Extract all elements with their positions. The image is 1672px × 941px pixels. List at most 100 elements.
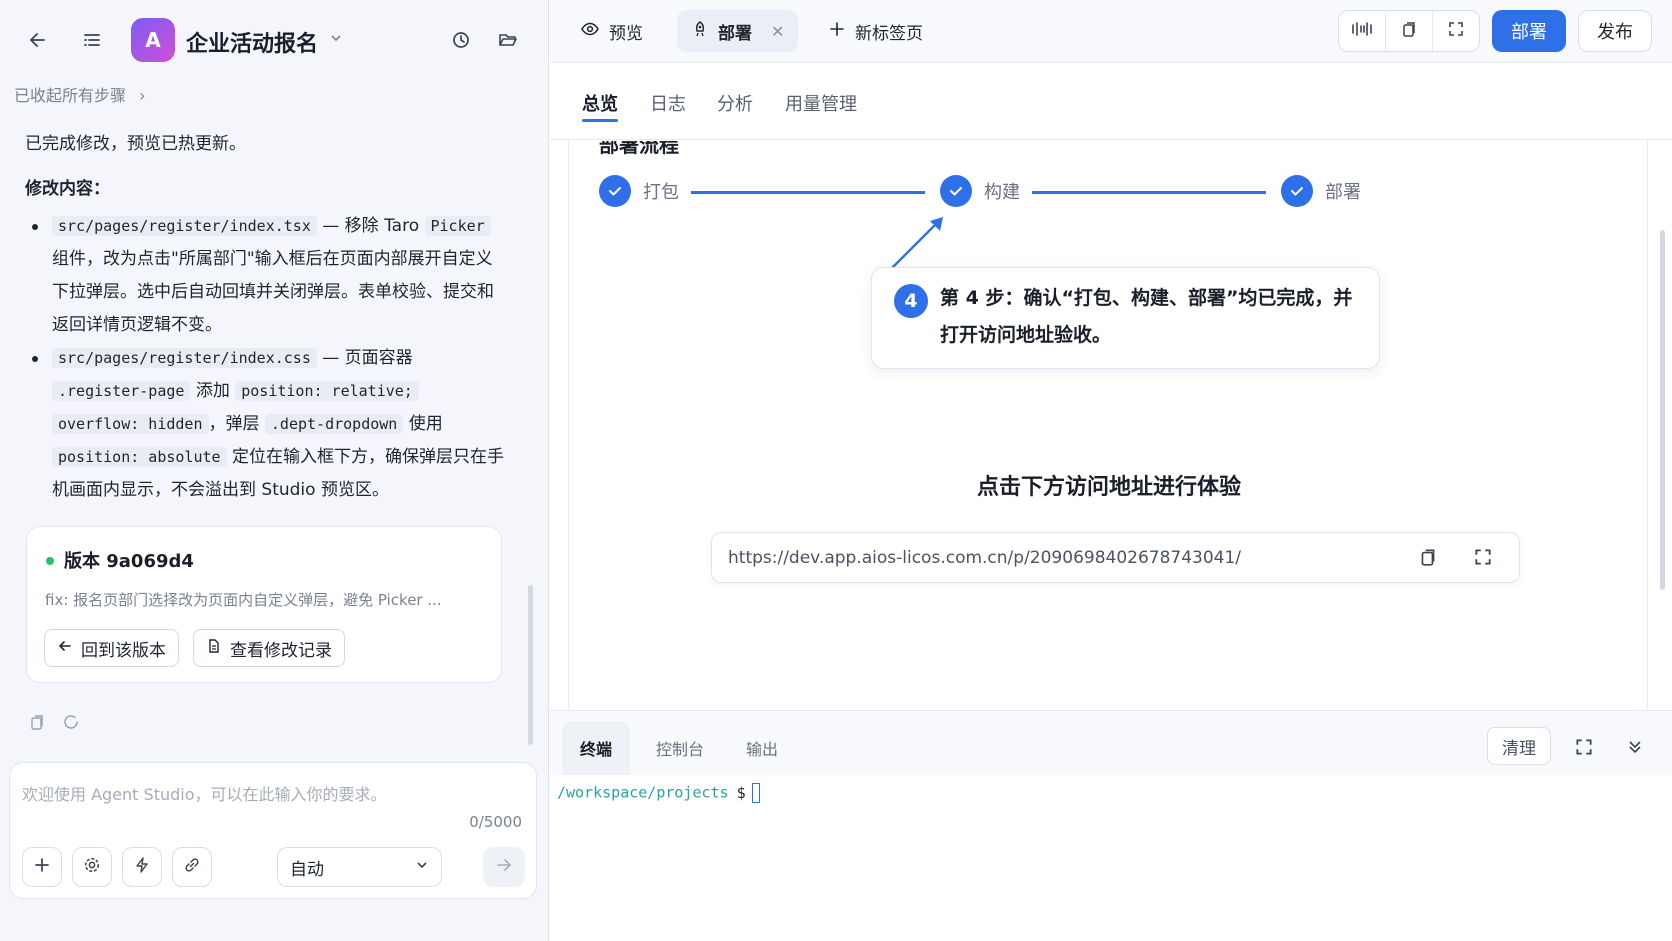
subtab-analytics[interactable]: 分析 bbox=[717, 90, 753, 116]
chat-input[interactable]: 欢迎使用 Agent Studio，可以在此输入你的要求。 bbox=[22, 781, 387, 805]
list-text: 组件，改为点击"所属部门"输入框后在页面内部展开自定义下拉弹层。选中后自动回填并… bbox=[52, 249, 494, 335]
publish-button[interactable]: 发布 bbox=[1578, 10, 1652, 52]
message-heading: 修改内容： bbox=[25, 179, 110, 199]
terminal-panel: 终端 控制台 输出 清理 /workspace/projects $ bbox=[550, 710, 1672, 941]
step-deploy: 部署 bbox=[1281, 175, 1361, 207]
chat-topbar: A 企业活动报名 bbox=[0, 0, 549, 80]
copy-button[interactable] bbox=[1386, 11, 1433, 51]
step-label: 部署 bbox=[1325, 182, 1361, 203]
terminal-path: /workspace/projects bbox=[557, 783, 729, 802]
rocket-icon bbox=[691, 20, 709, 43]
collapse-down-icon[interactable] bbox=[1626, 738, 1644, 760]
tab-console[interactable]: 控制台 bbox=[638, 721, 722, 775]
version-title: 版本 9a069d4 bbox=[64, 551, 194, 572]
stream-icon bbox=[1351, 21, 1373, 41]
gear-icon bbox=[83, 856, 101, 878]
content-scrollbar[interactable] bbox=[1660, 230, 1665, 590]
app-title[interactable]: 企业活动报名 bbox=[186, 26, 318, 58]
check-circle-icon bbox=[1281, 175, 1313, 207]
char-counter: 0/5000 bbox=[469, 813, 522, 831]
list-text: — 页面容器 bbox=[316, 348, 413, 368]
new-tab-button[interactable]: 新标签页 bbox=[814, 10, 937, 52]
fullscreen-icon[interactable] bbox=[1473, 547, 1493, 571]
tab-preview-label: 预览 bbox=[609, 23, 643, 44]
plus-icon bbox=[33, 856, 51, 878]
copy-icon[interactable] bbox=[1418, 547, 1438, 571]
version-card: 版本 9a069d4 fix: 报名页部门选择改为页面内自定义弹层，避免 Pic… bbox=[26, 526, 502, 683]
tab-deploy-label: 部署 bbox=[718, 23, 752, 44]
arrow-left-icon bbox=[57, 638, 73, 659]
fullscreen-button[interactable] bbox=[1433, 11, 1479, 51]
device-toggle-button[interactable] bbox=[1339, 11, 1386, 51]
mode-select[interactable]: 自动 bbox=[277, 847, 442, 887]
terminal-tabs: 终端 控制台 输出 清理 bbox=[550, 711, 1672, 775]
change-list: src/pages/register/index.tsx — 移除 Taro P… bbox=[25, 210, 505, 507]
chat-scrollbar[interactable] bbox=[528, 585, 533, 745]
terminal-cursor bbox=[751, 783, 760, 803]
document-icon bbox=[206, 638, 222, 659]
tab-output[interactable]: 输出 bbox=[728, 721, 796, 775]
back-arrow-icon[interactable] bbox=[24, 26, 52, 54]
new-tab-label: 新标签页 bbox=[855, 23, 923, 44]
add-button[interactable] bbox=[22, 847, 62, 887]
file-path-code: src/pages/register/index.tsx bbox=[52, 216, 317, 236]
lightning-icon bbox=[133, 856, 151, 878]
app-avatar[interactable]: A bbox=[131, 18, 175, 62]
subtab-logs[interactable]: 日志 bbox=[650, 90, 686, 116]
chevron-down-icon[interactable] bbox=[326, 27, 346, 49]
deploy-overview: 部署流程 打包 构建 部署 4 第 4 步：确认“打包、构建、部署”均已完成，并… bbox=[568, 141, 1648, 709]
quick-action-button[interactable] bbox=[122, 847, 162, 887]
inline-code: .dept-dropdown bbox=[264, 414, 404, 434]
deploy-button[interactable]: 部署 bbox=[1492, 10, 1566, 52]
list-item: src/pages/register/index.css — 页面容器 .reg… bbox=[25, 342, 505, 507]
check-circle-icon bbox=[599, 175, 631, 207]
fullscreen-icon[interactable] bbox=[1574, 737, 1594, 761]
folder-open-icon[interactable] bbox=[494, 26, 522, 54]
eye-icon bbox=[580, 19, 600, 44]
clear-button[interactable]: 清理 bbox=[1487, 727, 1551, 765]
list-text: 添加 bbox=[190, 381, 236, 401]
view-toolbar bbox=[1338, 10, 1480, 52]
step-connector bbox=[1032, 191, 1266, 194]
tab-terminal[interactable]: 终端 bbox=[562, 721, 631, 775]
step-number-badge: 4 bbox=[894, 284, 928, 318]
deploy-subtabs: 总览 日志 分析 用量管理 bbox=[550, 64, 1672, 140]
send-button[interactable] bbox=[483, 847, 525, 887]
terminal-symbol: $ bbox=[736, 783, 746, 802]
version-description: fix: 报名页部门选择改为页面内自定义弹层，避免 Picker ... bbox=[45, 591, 442, 609]
inline-code: overflow: hidden bbox=[52, 414, 209, 434]
view-history-button[interactable]: 查看修改记录 bbox=[193, 629, 345, 667]
subtab-overview[interactable]: 总览 bbox=[582, 90, 618, 122]
guide-callout: 4 第 4 步：确认“打包、构建、部署”均已完成，并打开访问地址验收。 bbox=[871, 267, 1380, 369]
inline-code: Picker bbox=[424, 216, 491, 236]
history-icon[interactable] bbox=[447, 26, 475, 54]
mode-select-value: 自动 bbox=[290, 859, 324, 880]
subtab-usage[interactable]: 用量管理 bbox=[785, 90, 857, 116]
revert-version-button[interactable]: 回到该版本 bbox=[44, 629, 179, 667]
close-icon[interactable]: ✕ bbox=[771, 22, 784, 41]
menu-list-icon[interactable] bbox=[78, 26, 106, 54]
inline-code: position: relative; bbox=[235, 381, 419, 401]
tab-preview[interactable]: 预览 bbox=[566, 10, 657, 52]
inline-code: .register-page bbox=[52, 381, 191, 401]
step-connector bbox=[691, 191, 925, 194]
workspace-tabbar: 预览 部署 ✕ 新标签页 部署 发布 bbox=[550, 0, 1672, 63]
chat-panel: A 企业活动报名 已收起所有步骤 › 已完成修改，预览已热更新。 修改内容： s… bbox=[0, 0, 549, 941]
collapsed-steps-toggle[interactable]: 已收起所有步骤 › bbox=[14, 82, 146, 106]
list-item: src/pages/register/index.tsx — 移除 Taro P… bbox=[25, 210, 505, 342]
step-label: 构建 bbox=[984, 182, 1020, 203]
inline-code: position: absolute bbox=[52, 447, 227, 467]
copy-icon bbox=[1400, 20, 1418, 42]
collapsed-steps-label: 已收起所有步骤 bbox=[14, 86, 127, 105]
access-url-box: https://dev.app.aios-licos.com.cn/p/2090… bbox=[711, 532, 1520, 583]
refresh-icon[interactable] bbox=[62, 713, 80, 735]
settings-button[interactable] bbox=[72, 847, 112, 887]
terminal-prompt[interactable]: /workspace/projects $ bbox=[557, 783, 760, 803]
step-build: 构建 bbox=[940, 175, 1020, 207]
fullscreen-icon bbox=[1447, 20, 1465, 42]
link-button[interactable] bbox=[172, 847, 212, 887]
access-url[interactable]: https://dev.app.aios-licos.com.cn/p/2090… bbox=[728, 548, 1241, 568]
tab-deploy[interactable]: 部署 ✕ bbox=[677, 10, 799, 52]
copy-icon[interactable] bbox=[28, 713, 46, 735]
status-dot bbox=[46, 557, 54, 565]
